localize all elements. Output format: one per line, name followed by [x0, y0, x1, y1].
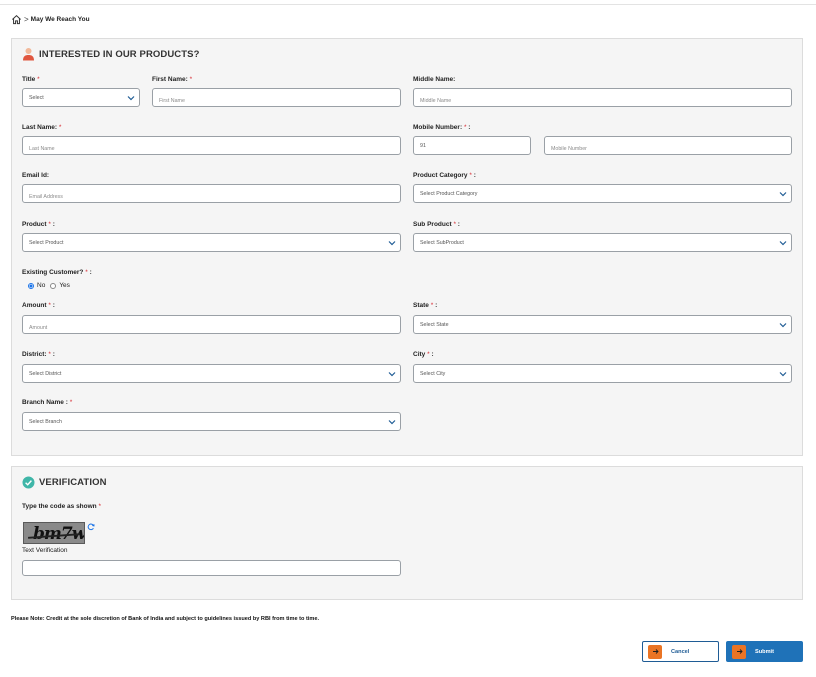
arrow-right-icon: [732, 644, 746, 659]
captcha-input[interactable]: [23, 566, 400, 580]
district-label: District: * :: [22, 351, 55, 358]
branch-label: Branch Name : *: [22, 399, 73, 406]
cancel-button-label: Cancel: [671, 648, 690, 655]
amount-label: Amount * :: [22, 302, 55, 309]
product-category-label: Product Category * :: [413, 172, 476, 179]
title-label: Title *: [22, 76, 40, 83]
middle-name-label: Middle Name:: [413, 76, 456, 83]
chevron-down-icon: [779, 241, 787, 246]
products-header: INTERESTED IN OUR PRODUCTS?: [22, 47, 200, 61]
captcha-code-label: Type the code as shown *: [22, 503, 101, 510]
branch-select[interactable]: Select Branch: [22, 412, 401, 431]
chevron-down-icon: [388, 241, 396, 246]
state-select[interactable]: Select State: [413, 315, 792, 334]
verification-title: VERIFICATION: [39, 477, 107, 488]
refresh-icon[interactable]: [87, 523, 95, 531]
email-input[interactable]: [23, 188, 400, 206]
title-select[interactable]: Select: [22, 88, 140, 107]
sub-product-select[interactable]: Select SubProduct: [413, 233, 792, 252]
chevron-down-icon: [127, 96, 135, 101]
home-icon[interactable]: [11, 14, 22, 25]
chevron-down-icon: [388, 420, 396, 425]
products-title: INTERESTED IN OUR PRODUCTS?: [39, 48, 200, 60]
district-select[interactable]: Select District: [22, 364, 401, 383]
product-label: Product * :: [22, 221, 55, 228]
text-verification-label: Text Verification: [22, 547, 68, 554]
first-name-label: First Name: *: [152, 76, 193, 83]
first-name-input[interactable]: [153, 92, 400, 110]
amount-input[interactable]: [23, 319, 400, 337]
mobile-number-input[interactable]: [545, 140, 791, 158]
last-name-input[interactable]: [23, 140, 400, 158]
country-code-field[interactable]: 91: [413, 136, 531, 155]
city-select[interactable]: Select City: [413, 364, 792, 383]
first-name-field[interactable]: [152, 88, 401, 110]
chevron-down-icon: [388, 372, 396, 377]
product-select[interactable]: Select Product: [22, 233, 401, 252]
check-circle-icon: [22, 476, 35, 489]
verification-header: VERIFICATION: [22, 476, 107, 489]
chevron-down-icon: [779, 372, 787, 377]
middle-name-input[interactable]: [414, 92, 791, 110]
city-label: City * :: [413, 351, 434, 358]
captcha-image: bm7wf: [23, 522, 85, 544]
products-panel: INTERESTED IN OUR PRODUCTS? Title * Sele…: [11, 38, 803, 456]
radio-yes-label: Yes: [59, 282, 70, 289]
mobile-label: Mobile Number: * :: [413, 124, 471, 131]
amount-field[interactable]: [22, 315, 401, 337]
last-name-label: Last Name: *: [22, 124, 62, 131]
disclaimer-note: Please Note: Credit at the sole discreti…: [11, 616, 320, 622]
existing-customer-options: No Yes: [28, 282, 70, 289]
middle-name-field[interactable]: [413, 88, 792, 110]
email-field[interactable]: [22, 184, 401, 206]
verification-panel: VERIFICATION Type the code as shown * bm…: [11, 466, 803, 600]
user-icon: [23, 48, 34, 61]
last-name-field[interactable]: [22, 136, 401, 158]
chevron-down-icon: [779, 192, 787, 197]
top-divider: [0, 4, 816, 5]
arrow-right-icon: [648, 644, 662, 659]
submit-button[interactable]: Submit: [726, 641, 803, 662]
existing-customer-label: Existing Customer? * :: [22, 269, 92, 276]
email-label: Email Id:: [22, 172, 50, 179]
state-label: State * :: [413, 302, 438, 309]
chevron-down-icon: [779, 323, 787, 328]
radio-no[interactable]: [28, 282, 34, 289]
product-category-select[interactable]: Select Product Category: [413, 184, 792, 203]
sub-product-label: Sub Product * :: [413, 221, 460, 228]
captcha-field[interactable]: [22, 560, 401, 580]
radio-yes[interactable]: [50, 282, 57, 289]
breadcrumb: > May We Reach You: [11, 12, 90, 26]
radio-no-label: No: [37, 282, 46, 289]
breadcrumb-separator: >: [24, 14, 29, 24]
breadcrumb-current: May We Reach You: [30, 15, 90, 23]
country-code-value: 91: [420, 143, 426, 149]
mobile-number-field[interactable]: [544, 136, 792, 158]
submit-button-label: Submit: [755, 648, 774, 655]
cancel-button[interactable]: Cancel: [642, 641, 719, 662]
